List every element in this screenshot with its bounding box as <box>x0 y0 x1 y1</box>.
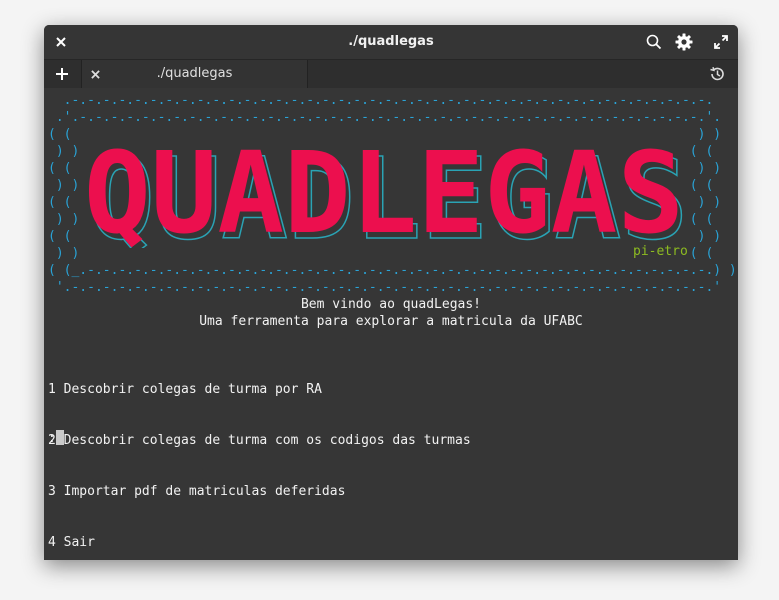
menu-item-2: 2 Descobrir colegas de turma com os codi… <box>48 433 471 448</box>
text-cursor <box>55 430 64 445</box>
maximize-icon[interactable] <box>712 25 730 59</box>
menu-item-3: 3 Importar pdf de matriculas deferidas <box>48 484 346 499</box>
terminal-window: ./quadlegas ./quadlegas .-.-.-.-.-.-.-.-… <box>44 25 738 560</box>
subtitle-text: Uma ferramenta para explorar a matricula… <box>199 314 583 329</box>
prompt-line[interactable]: : <box>48 430 64 447</box>
menu-item-1: 1 Descobrir colegas de turma por RA <box>48 382 322 397</box>
terminal-area[interactable]: .-.-.-.-.-.-.-.-.-.-.-.-.-.-.-.-.-.-.-.-… <box>44 88 738 560</box>
banner-bottom-border: ( (_.-.-.-.-.-.-.-.-.-.-.-.-.-.-.-.-.-.-… <box>48 263 737 295</box>
quadlegas-logo: QUADLEGAS QUADLEGAS <box>84 138 689 248</box>
tab-bar: ./quadlegas <box>44 59 738 89</box>
new-tab-icon[interactable] <box>53 57 71 91</box>
search-icon[interactable] <box>644 25 664 59</box>
titlebar: ./quadlegas <box>44 25 738 59</box>
prompt-symbol: : <box>48 431 56 446</box>
author-label: pi-etro <box>633 244 688 259</box>
tab-label: ./quadlegas <box>156 66 233 81</box>
menu-item-4: 4 Sair <box>48 535 95 550</box>
window-title: ./quadlegas <box>348 34 434 49</box>
history-icon[interactable] <box>707 57 727 91</box>
welcome-text: Bem vindo ao quadLegas! <box>300 297 481 312</box>
banner-top-border: .-.-.-.-.-.-.-.-.-.-.-.-.-.-.-.-.-.-.-.-… <box>48 93 722 125</box>
menu-list: 1 Descobrir colegas de turma por RA 2 De… <box>48 347 471 560</box>
tab-quadlegas[interactable]: ./quadlegas <box>81 60 308 88</box>
gear-icon[interactable] <box>674 25 694 59</box>
logo-text: QUADLEGAS <box>84 138 684 248</box>
